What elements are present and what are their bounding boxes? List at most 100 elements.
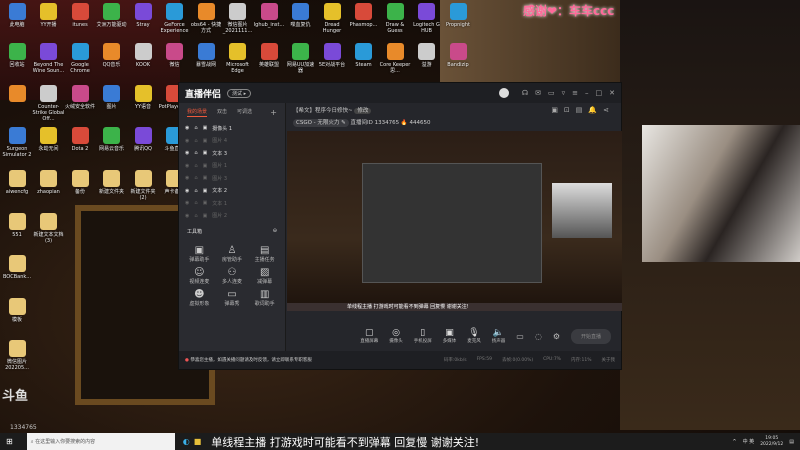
eye-icon[interactable]: ◌: [535, 332, 542, 341]
record-icon[interactable]: ▭: [516, 332, 524, 341]
edit-title-button[interactable]: 修改: [354, 108, 372, 114]
desktop-icon[interactable]: BOCBank...: [1, 255, 33, 280]
desktop-icon[interactable]: Dota 2: [64, 127, 96, 152]
tab-2[interactable]: 双击: [217, 108, 227, 117]
desktop-icon[interactable]: 火绒安全软件: [64, 85, 96, 110]
phone-cast-button[interactable]: ▯ 手机投屏: [414, 328, 432, 344]
tray-up-icon[interactable]: ^: [732, 439, 736, 445]
ime-indicator[interactable]: 中 英: [743, 438, 755, 445]
lock-icon[interactable]: ⌂: [194, 138, 197, 144]
more-icon[interactable]: ⊖: [273, 228, 277, 235]
desktop-icon[interactable]: Beyond The Wine Soun...: [33, 43, 65, 74]
lock-icon[interactable]: ⌂: [194, 150, 197, 156]
maximize-icon[interactable]: □: [596, 89, 603, 97]
tool-item[interactable]: ☻ 虚拟形象: [183, 289, 216, 307]
clock[interactable]: 19:05 2022/9/12: [760, 436, 783, 448]
eye-icon[interactable]: ◉: [185, 213, 189, 219]
desktop-icon[interactable]: obs64 - 快捷方式: [190, 3, 222, 34]
start-icon[interactable]: ⊞: [6, 437, 13, 446]
desktop-icon[interactable]: 模板: [1, 298, 33, 323]
desktop-icon[interactable]: Surgeon Simulator 2: [1, 127, 33, 158]
desktop-icon[interactable]: 网易云音乐: [96, 127, 128, 152]
desktop-icon[interactable]: Core Keeper 思...: [379, 43, 411, 74]
desktop-icon[interactable]: 网易UU加速器: [285, 43, 317, 74]
tool-item[interactable]: ▤ 主播任务: [248, 245, 281, 263]
desktop-icon[interactable]: [1, 85, 33, 104]
desktop-icon[interactable]: 微信图片_2021111...: [222, 3, 254, 34]
tool-item[interactable]: ⚇ 多人连麦: [216, 267, 249, 285]
notification-icon[interactable]: ▤: [789, 439, 794, 445]
desktop-icon[interactable]: 艾洲万能驱动: [96, 3, 128, 28]
desktop-icon[interactable]: 暴雪战网: [190, 43, 222, 68]
tool-item[interactable]: ▨ 减弹幕: [248, 267, 281, 285]
mail-icon[interactable]: ✉: [535, 89, 541, 97]
layer-item[interactable]: ◉ ⌂ ▣ 图片 3: [179, 172, 285, 185]
desktop-icon[interactable]: Phasmop...: [348, 3, 380, 28]
skin-icon[interactable]: ▿: [562, 89, 566, 97]
desktop-icon[interactable]: 回收站: [1, 43, 33, 68]
notice-text[interactable]: 恭喜您主播，如遇关播问题请及时反馈，请立即联系专职客服: [190, 357, 312, 363]
desktop-icon[interactable]: Steam: [348, 43, 380, 68]
desktop-icon[interactable]: Bandizip: [442, 43, 474, 68]
folder-icon[interactable]: ■: [194, 437, 202, 446]
desktop-icon[interactable]: 图片: [96, 85, 128, 110]
layer-item[interactable]: ◉ ⌂ ▣ 图片 1: [179, 160, 285, 173]
desktop-icon[interactable]: 5E对战平台: [316, 43, 348, 68]
eye-icon[interactable]: ◉: [185, 150, 189, 156]
test-badge[interactable]: 测试 ▸: [227, 88, 252, 98]
minimize-icon[interactable]: –: [585, 89, 589, 97]
eye-icon[interactable]: ◉: [185, 175, 189, 181]
tool-item[interactable]: ▣ 弹幕助手: [183, 245, 216, 263]
screen-capture-button[interactable]: ▢ 直播屏幕: [360, 328, 378, 344]
desktop-icon[interactable]: 微信: [159, 43, 191, 68]
layer-item[interactable]: ◉ ⌂ ▣ 文本 2: [179, 185, 285, 198]
lock-icon[interactable]: ⌂: [194, 188, 197, 194]
eye-icon[interactable]: ◉: [185, 188, 189, 194]
desktop-icon[interactable]: Stray: [127, 3, 159, 28]
desktop-icon[interactable]: lghub_inst...: [253, 3, 285, 28]
desktop-icon[interactable]: Counter-Strike Global Off...: [33, 85, 65, 122]
desktop-icon[interactable]: Microsoft Edge: [222, 43, 254, 74]
edge-icon[interactable]: ◐: [183, 437, 190, 446]
desktop-icon[interactable]: zhaopian: [33, 170, 65, 195]
speaker-button[interactable]: 🔈 扬声器: [492, 328, 506, 344]
desktop-icon[interactable]: Google Chrome: [64, 43, 96, 74]
desktop-icon[interactable]: YY语音: [127, 85, 159, 110]
tab-my-scenes[interactable]: 我的场景: [187, 108, 208, 117]
avatar[interactable]: [498, 88, 509, 98]
desktop-icon[interactable]: 551: [1, 213, 33, 238]
lock-icon[interactable]: ⌂: [194, 125, 197, 131]
eye-icon[interactable]: ◉: [185, 163, 189, 169]
layer-item[interactable]: ◉ ⌂ ▣ 图片 2: [179, 210, 285, 223]
info-action-icons[interactable]: ▣⊡▤🔔⋖: [551, 106, 615, 114]
desktop-icon[interactable]: itunes: [64, 3, 96, 28]
menu-icon[interactable]: ≡: [572, 89, 578, 97]
lock-icon[interactable]: ⌂: [194, 163, 197, 169]
desktop-icon[interactable]: aiwencfg: [1, 170, 33, 195]
desktop-icon[interactable]: 英雄联盟: [253, 43, 285, 68]
eye-icon[interactable]: ◉: [185, 125, 189, 131]
layer-item[interactable]: ◉ ⌂ ▣ 文本 1: [179, 197, 285, 210]
desktop-icon[interactable]: Propnight: [442, 3, 474, 28]
microphone-button[interactable]: 🎙 麦克风: [467, 328, 481, 344]
desktop-icon[interactable]: 永劫无间: [33, 127, 65, 152]
desktop-icon[interactable]: 喋血复仇: [285, 3, 317, 28]
desktop-icon[interactable]: 新建文件夹(2): [127, 170, 159, 201]
desktop-icon[interactable]: 腾讯QQ: [127, 127, 159, 152]
desktop-icon[interactable]: 此电脑: [1, 3, 33, 28]
desktop-icon[interactable]: Dread Hunger: [316, 3, 348, 34]
eye-icon[interactable]: ◉: [185, 200, 189, 206]
about-link[interactable]: 关于我: [602, 357, 616, 363]
desktop-icon[interactable]: KOOK: [127, 43, 159, 68]
add-scene-button[interactable]: +: [270, 108, 277, 117]
tool-item[interactable]: ☺ 视频连麦: [183, 267, 216, 285]
close-icon[interactable]: ✕: [609, 89, 615, 97]
desktop-icon[interactable]: 溢游: [411, 43, 443, 68]
taskbar-search[interactable]: ⌕ 在这里输入你要搜索的内容: [26, 433, 175, 450]
desktop-icon[interactable]: Draw & Guess: [379, 3, 411, 34]
desktop-icon[interactable]: QQ音乐: [96, 43, 128, 68]
category-button[interactable]: CSGO - 无限火力 ✎: [293, 119, 349, 127]
desktop-icon[interactable]: 新建文本文档(3): [33, 213, 65, 244]
desktop-icon[interactable]: YY开播: [33, 3, 65, 28]
lock-icon[interactable]: ⌂: [194, 213, 197, 219]
